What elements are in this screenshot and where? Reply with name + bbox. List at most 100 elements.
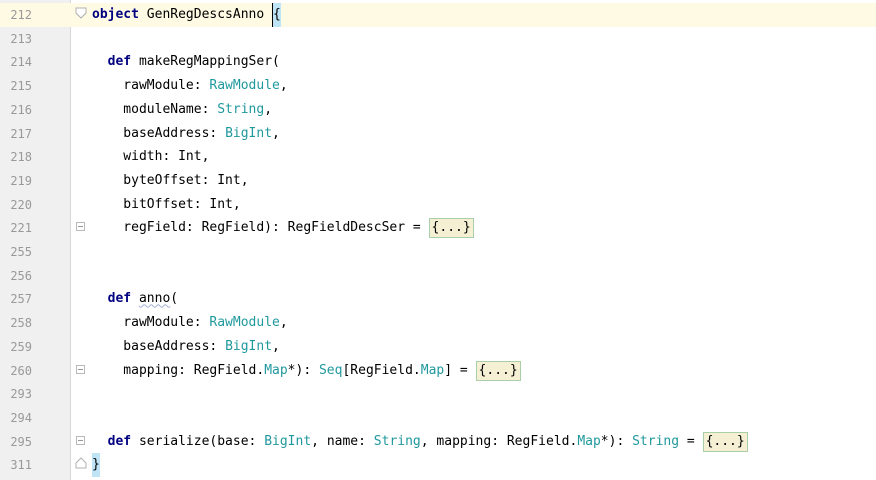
code-line[interactable]: 214 def makeRegMappingSer( bbox=[0, 50, 876, 74]
code-token: bitOffset: Int, bbox=[92, 196, 241, 212]
code-line[interactable]: 216 moduleName: String, bbox=[0, 98, 876, 122]
code-line[interactable]: 295 def serialize(base: BigInt, name: St… bbox=[0, 430, 876, 454]
code-text[interactable]: } bbox=[92, 453, 100, 478]
type-name: RawModule bbox=[209, 78, 280, 94]
folded-block[interactable]: {...} bbox=[702, 431, 748, 452]
type-name: Map bbox=[264, 362, 288, 378]
code-token: , bbox=[279, 315, 288, 331]
code-line[interactable]: 260 mapping: RegField.Map*): Seq[RegFiel… bbox=[0, 359, 876, 383]
code-text[interactable]: def serialize(base: BigInt, name: String… bbox=[92, 430, 748, 454]
brace: } bbox=[92, 453, 100, 478]
code-token: byteOffset: Int, bbox=[92, 172, 249, 188]
fold-expand-icon[interactable] bbox=[76, 435, 85, 445]
code-line[interactable]: 259 baseAddress: BigInt, bbox=[0, 335, 876, 359]
code-line[interactable]: 221 regField: RegField): RegFieldDescSer… bbox=[0, 216, 876, 240]
line-number: 215 bbox=[10, 79, 32, 94]
line-number: 259 bbox=[10, 339, 32, 354]
code-token: , bbox=[279, 78, 288, 94]
code-token: rawModule: bbox=[92, 78, 210, 94]
code-token: *): bbox=[600, 433, 633, 449]
fold-expand-icon[interactable] bbox=[76, 364, 85, 374]
code-line[interactable]: 213 bbox=[0, 27, 876, 51]
code-text[interactable]: rawModule: RawModule, bbox=[92, 74, 288, 98]
code-line[interactable]: 293 bbox=[0, 382, 876, 406]
code-line[interactable]: 218 width: Int, bbox=[0, 145, 876, 169]
code-line[interactable]: 256 bbox=[0, 264, 876, 288]
code-text[interactable]: def makeRegMappingSer( bbox=[92, 50, 280, 74]
code-editor[interactable]: 212 object GenRegDescsAnno { 213 214 def ma… bbox=[0, 0, 876, 480]
code-line[interactable]: 311} bbox=[0, 453, 876, 478]
line-number: 213 bbox=[10, 31, 32, 46]
code-text[interactable]: baseAddress: BigInt, bbox=[92, 335, 280, 359]
line-number: 214 bbox=[10, 55, 32, 70]
code-line[interactable]: 294 bbox=[0, 406, 876, 430]
line-number: 258 bbox=[10, 316, 32, 331]
code-text[interactable]: object GenRegDescsAnno { bbox=[92, 3, 281, 27]
folded-block[interactable]: {...} bbox=[475, 360, 521, 381]
code-line[interactable]: 217 baseAddress: BigInt, bbox=[0, 122, 876, 146]
code-text[interactable]: baseAddress: BigInt, bbox=[92, 122, 280, 146]
line-number: 218 bbox=[10, 150, 32, 165]
type-name: String bbox=[373, 433, 421, 449]
fold-collapse-icon[interactable] bbox=[75, 7, 87, 19]
keyword: object bbox=[92, 7, 139, 22]
keyword: def bbox=[107, 54, 132, 70]
code-text[interactable]: bitOffset: Int, bbox=[92, 193, 241, 217]
code-token: rawModule: bbox=[92, 315, 210, 331]
code-text[interactable]: byteOffset: Int, bbox=[92, 169, 249, 193]
identifier-warning: anno bbox=[138, 291, 171, 307]
code-text[interactable]: def anno( bbox=[92, 287, 178, 311]
keyword: def bbox=[107, 433, 132, 449]
code-token: ] = bbox=[444, 362, 476, 378]
code-text[interactable]: regField: RegField): RegFieldDescSer = {… bbox=[92, 216, 474, 240]
code-token: moduleName: bbox=[92, 101, 218, 117]
code-text[interactable]: moduleName: String, bbox=[92, 98, 272, 122]
line-number: 260 bbox=[10, 363, 32, 378]
type-name: Seq bbox=[318, 362, 343, 378]
code-token: makeRegMappingSer( bbox=[131, 54, 280, 70]
code-token: , bbox=[264, 101, 273, 117]
code-token: baseAddress: bbox=[92, 338, 226, 354]
code-token: width: Int, bbox=[92, 149, 210, 165]
code-token: mapping: RegField. bbox=[92, 362, 265, 378]
line-number: 220 bbox=[10, 197, 32, 212]
line-number: 216 bbox=[10, 102, 32, 117]
code-line[interactable]: 212 object GenRegDescsAnno { bbox=[0, 3, 876, 27]
type-name: Map bbox=[577, 433, 601, 449]
type-name: BigInt bbox=[225, 125, 273, 141]
code-token: serialize(base: bbox=[131, 433, 265, 449]
line-number: 212 bbox=[10, 8, 32, 22]
type-name: BigInt bbox=[225, 338, 273, 354]
code-token: regField: RegField): RegFieldDescSer = bbox=[92, 220, 429, 236]
code-token: , mapping: RegField. bbox=[420, 433, 578, 449]
line-number: 255 bbox=[10, 245, 32, 259]
code-token: , name: bbox=[311, 433, 374, 449]
code-token: baseAddress: bbox=[92, 125, 226, 141]
type-name: BigInt bbox=[264, 433, 312, 449]
code-text[interactable]: rawModule: RawModule, bbox=[92, 311, 288, 335]
code-line[interactable]: 215 rawModule: RawModule, bbox=[0, 74, 876, 98]
type-name: String bbox=[217, 101, 265, 117]
code-token: *): bbox=[287, 362, 319, 378]
code-line[interactable]: 257 def anno( bbox=[0, 287, 876, 311]
fold-expand-icon[interactable] bbox=[76, 222, 85, 232]
fold-end-icon[interactable] bbox=[75, 457, 87, 469]
folded-block[interactable]: {...} bbox=[428, 218, 474, 239]
code-token: [RegField. bbox=[342, 362, 421, 378]
code-line[interactable]: 219 byteOffset: Int, bbox=[0, 169, 876, 193]
code-token: ( bbox=[170, 291, 179, 307]
code-text[interactable]: width: Int, bbox=[92, 145, 209, 169]
code-line[interactable]: 220 bitOffset: Int, bbox=[0, 193, 876, 217]
code-line[interactable]: 258 rawModule: RawModule, bbox=[0, 311, 876, 335]
code-line[interactable]: 255 bbox=[0, 240, 876, 264]
line-number: 221 bbox=[10, 221, 32, 236]
code-token: , bbox=[272, 125, 280, 141]
line-number: 257 bbox=[10, 292, 32, 307]
brace: { bbox=[272, 3, 281, 27]
code-text[interactable]: mapping: RegField.Map*): Seq[RegField.Ma… bbox=[92, 359, 521, 383]
code-token: , bbox=[272, 338, 280, 354]
